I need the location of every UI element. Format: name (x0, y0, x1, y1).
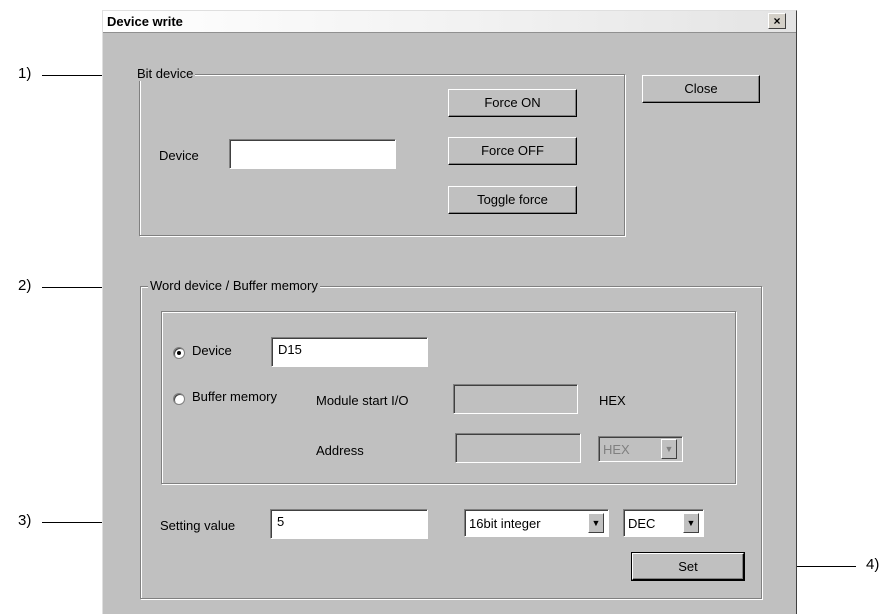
close-button[interactable]: Close (642, 75, 760, 103)
data-type-select[interactable]: 16bit integer ▼ (464, 509, 609, 537)
callout-2: 2) (18, 277, 32, 294)
setting-value-label: Setting value (160, 518, 236, 533)
force-on-button[interactable]: Force ON (448, 89, 577, 117)
module-start-io-label: Module start I/O (316, 393, 409, 408)
device-radio-selected-dot (177, 351, 181, 355)
address-label: Address (316, 443, 364, 458)
title-bar: Device write × (103, 11, 796, 33)
bit-device-group-label: Bit device (135, 66, 196, 81)
dialog-title: Device write (107, 14, 183, 29)
word-device-group-label: Word device / Buffer memory (148, 278, 320, 293)
address-format-select[interactable]: HEX ▼ (598, 436, 683, 462)
chevron-down-icon[interactable]: ▼ (661, 439, 677, 459)
module-start-hex-label: HEX (599, 393, 626, 408)
toggle-force-button[interactable]: Toggle force (448, 186, 577, 214)
callout-4: 4) (866, 556, 880, 573)
force-off-button[interactable]: Force OFF (448, 137, 577, 165)
close-icon[interactable]: × (768, 13, 786, 29)
data-type-value: 16bit integer (469, 516, 541, 531)
device-radio[interactable] (173, 347, 185, 359)
buffer-memory-radio[interactable] (173, 393, 185, 405)
address-format-value: HEX (603, 442, 630, 457)
bit-device-label: Device (159, 148, 199, 163)
device-write-dialog: Device write × Bit device Device Force O… (102, 10, 797, 614)
device-radio-label[interactable]: Device (192, 343, 232, 358)
setting-value-input[interactable]: 5 (270, 509, 428, 539)
callout-1: 1) (18, 65, 32, 82)
chevron-down-icon[interactable]: ▼ (683, 513, 699, 533)
chevron-down-icon[interactable]: ▼ (588, 513, 604, 533)
set-button[interactable]: Set (631, 552, 745, 581)
callout-3: 3) (18, 512, 32, 529)
buffer-memory-radio-label[interactable]: Buffer memory (192, 389, 277, 404)
bit-device-input[interactable] (229, 139, 396, 169)
number-format-value: DEC (628, 516, 656, 531)
address-input[interactable] (455, 433, 581, 463)
module-start-io-input[interactable] (453, 384, 578, 414)
number-format-select[interactable]: DEC ▼ (623, 509, 704, 537)
word-device-input[interactable]: D15 (271, 337, 428, 367)
